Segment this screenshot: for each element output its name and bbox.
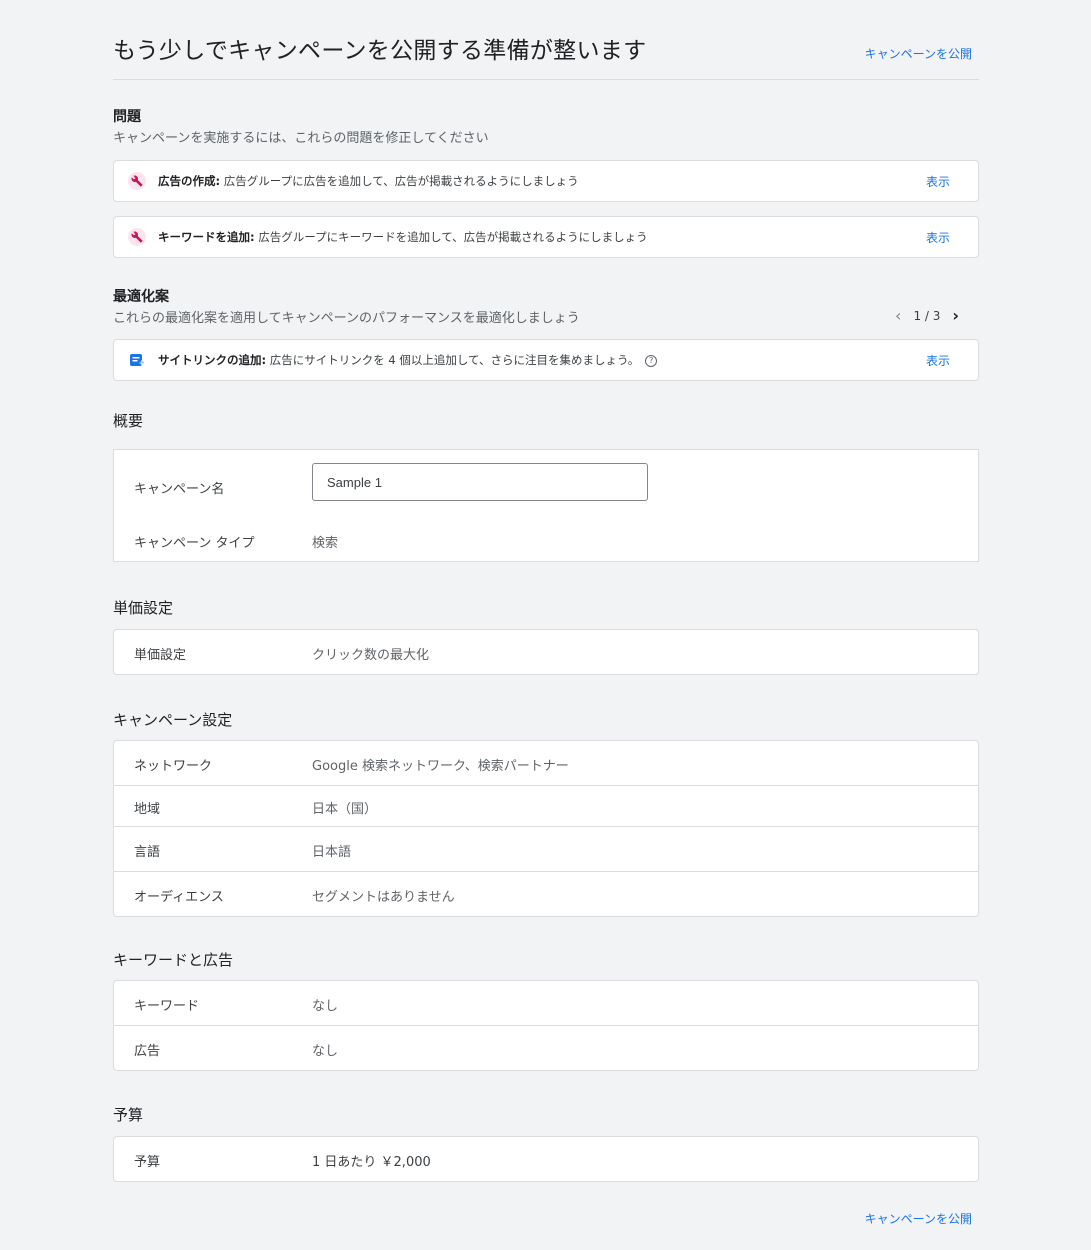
settings-row[interactable]: キーワード なし [114,981,978,1025]
row-label: 地域 [134,802,161,817]
row-label: 言語 [134,845,161,860]
budget-card: 予算 1 日あたり ￥2,000 [113,1136,979,1182]
settings-row[interactable]: 予算 1 日あたり ￥2,000 [114,1137,978,1181]
publish-campaign-link-bottom[interactable]: キャンペーンを公開 [865,1210,972,1227]
issues-title: 問題 [113,109,141,125]
page-title: もう少しでキャンペーンを公開する準備が整います [113,38,647,64]
campaign-type-value: 検索 [312,536,339,551]
keywords-ads-title: キーワードと広告 [113,951,234,969]
row-value: 日本語 [312,845,352,860]
row-value: 1 日あたり ￥2,000 [312,1155,431,1170]
optimization-subtitle: これらの最適化案を適用してキャンペーンのパフォーマンスを最適化しましょう [113,311,580,326]
page-header: もう少しでキャンペーンを公開する準備が整います キャンペーンを公開 [113,0,979,80]
settings-row[interactable]: 単価設定 クリック数の最大化 [114,630,978,674]
suggestion-sitelinks: サイトリンクの追加: 広告にサイトリンクを 4 個以上追加して、さらに注目を集め… [113,339,979,381]
settings-row[interactable]: 広告 なし [114,1025,978,1070]
row-label: キーワード [134,999,200,1014]
suggestion-text: サイトリンクの追加: 広告にサイトリンクを 4 個以上追加して、さらに注目を集め… [158,352,658,368]
overview-card: キャンペーン名 キャンペーン タイプ 検索 [113,449,979,562]
row-value: セグメントはありません [312,890,455,905]
row-value: クリック数の最大化 [312,648,430,663]
wrench-icon [128,228,146,246]
campaign-name-input[interactable] [312,463,648,501]
pager-count: 1 / 3 [913,309,941,323]
row-value: なし [312,999,339,1014]
review-page: もう少しでキャンペーンを公開する準備が整います キャンペーンを公開 問題 キャン… [113,0,979,1226]
optimization-title: 最適化案 [113,289,169,305]
settings-row[interactable]: ネットワーク Google 検索ネットワーク、検索パートナー [114,741,978,785]
settings-row[interactable]: 地域 日本（国） [114,785,978,826]
publish-campaign-link-top[interactable]: キャンペーンを公開 [865,45,972,62]
row-value: なし [312,1044,339,1059]
show-button[interactable]: 表示 [926,352,950,369]
bidding-card: 単価設定 クリック数の最大化 [113,629,979,675]
campaign-name-label: キャンペーン名 [134,482,225,497]
wrench-icon [128,172,146,190]
chevron-left-icon[interactable]: ‹ [895,308,901,324]
issue-text: キーワードを追加: 広告グループにキーワードを追加して、広告が掲載されるようにし… [158,230,648,244]
help-icon[interactable]: ? [645,354,658,367]
row-value: 日本（国） [312,802,378,817]
sitelink-icon [128,351,146,369]
budget-title: 予算 [113,1106,144,1124]
campaign-settings-card: ネットワーク Google 検索ネットワーク、検索パートナー 地域 日本（国） … [113,740,979,917]
chevron-right-icon[interactable]: › [952,308,959,324]
show-button[interactable]: 表示 [926,229,950,246]
row-label: ネットワーク [134,759,213,774]
issue-create-ad: 広告の作成: 広告グループに広告を追加して、広告が掲載されるようにしましょう 表… [113,160,979,202]
campaign-settings-title: キャンペーン設定 [113,711,233,729]
row-label: 広告 [134,1044,161,1059]
settings-row[interactable]: 言語 日本語 [114,826,978,871]
issues-subtitle: キャンペーンを実施するには、これらの問題を修正してください [113,131,489,146]
settings-row[interactable]: オーディエンス セグメントはありません [114,871,978,916]
row-value: Google 検索ネットワーク、検索パートナー [312,759,569,774]
bidding-title: 単価設定 [113,599,174,617]
campaign-type-label: キャンペーン タイプ [134,536,255,551]
row-label: 単価設定 [134,648,187,663]
issue-text: 広告の作成: 広告グループに広告を追加して、広告が掲載されるようにしましょう [158,174,579,188]
row-label: 予算 [134,1155,161,1170]
row-label: オーディエンス [134,890,224,905]
suggestion-pager: ‹ 1 / 3 › [895,308,959,324]
issue-add-keywords: キーワードを追加: 広告グループにキーワードを追加して、広告が掲載されるようにし… [113,216,979,258]
overview-title: 概要 [113,412,144,430]
keywords-ads-card: キーワード なし 広告 なし [113,980,979,1071]
show-button[interactable]: 表示 [926,173,950,190]
